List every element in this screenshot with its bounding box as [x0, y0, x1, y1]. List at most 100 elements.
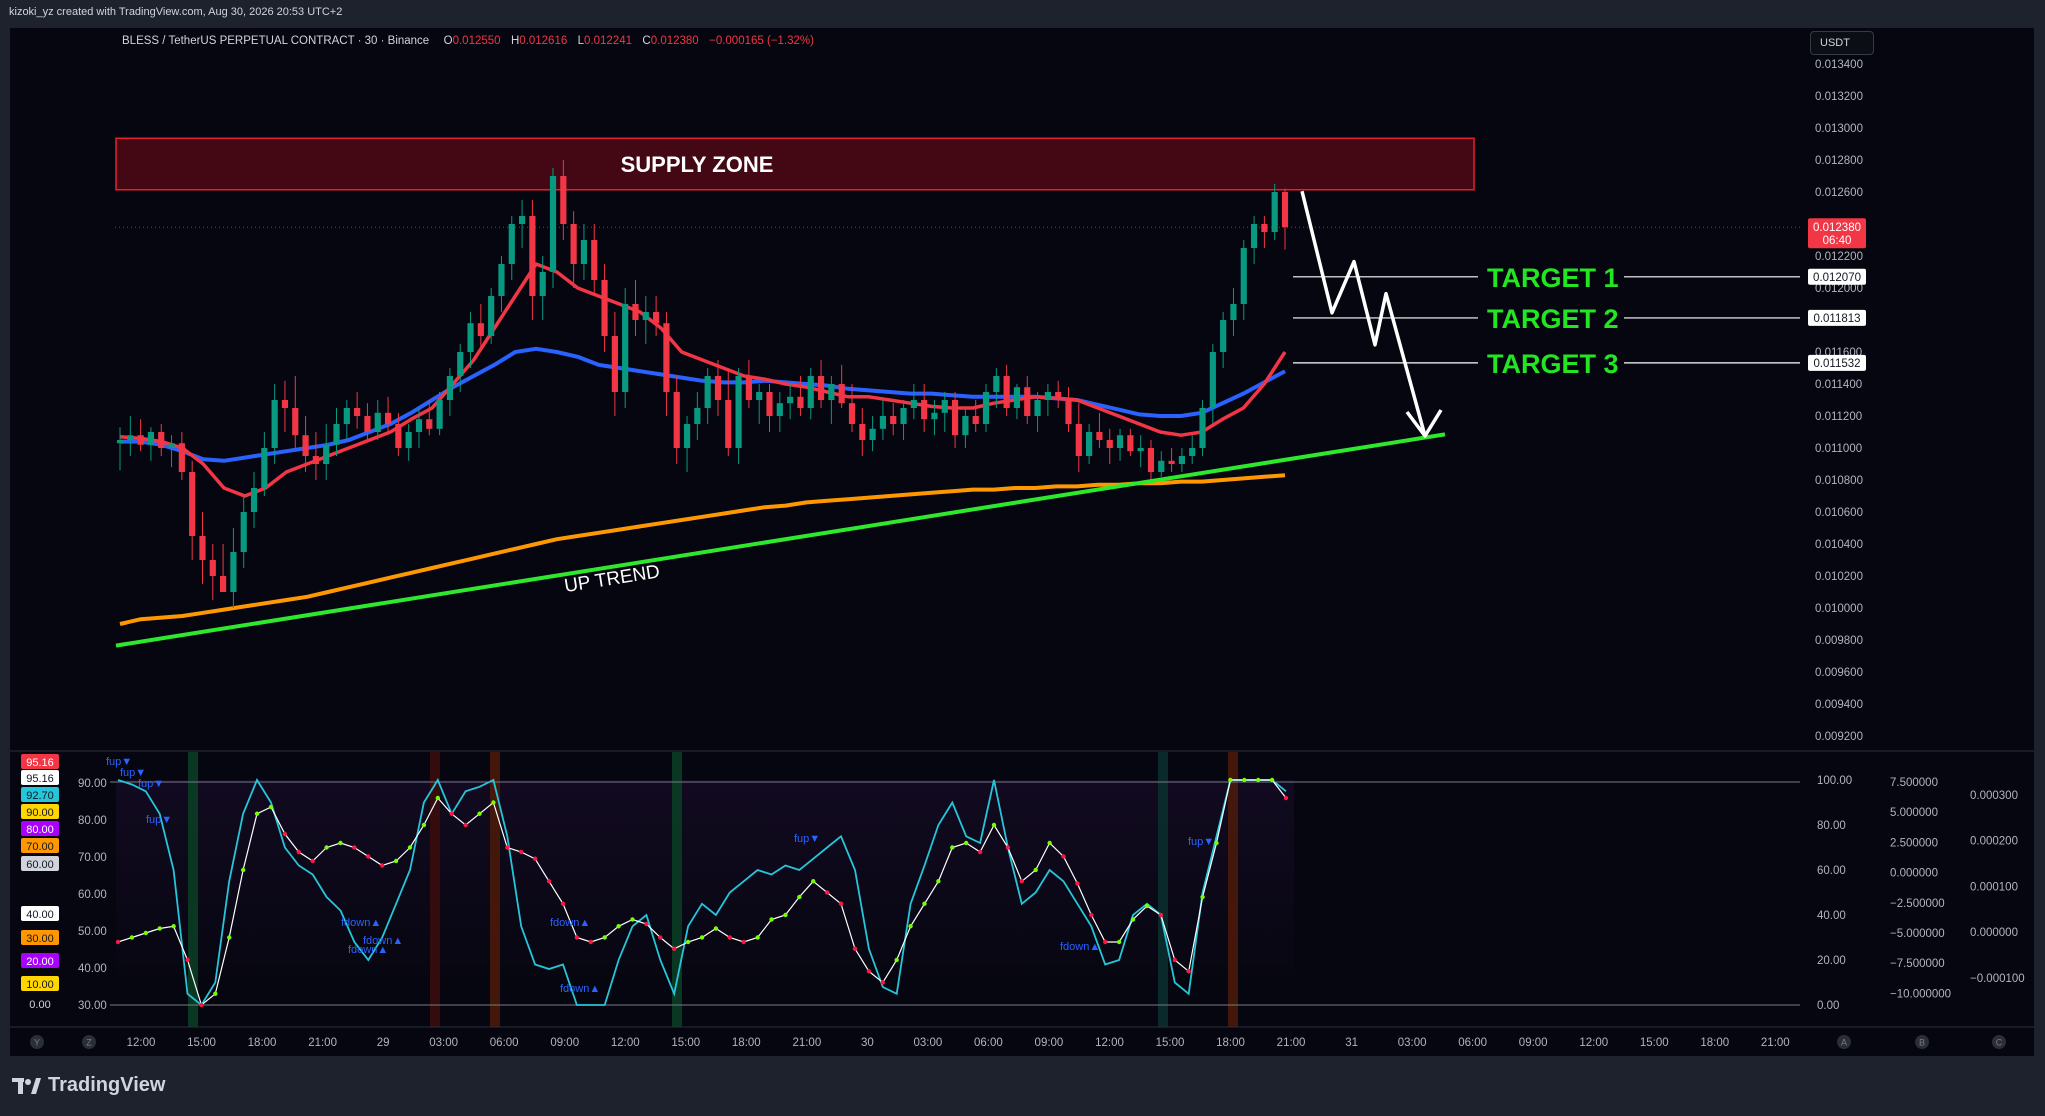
price-tick-label: 0.013000: [1815, 123, 1863, 135]
inner-axis-tick: 30.00: [78, 1000, 107, 1012]
candle: [498, 256, 505, 312]
projection-arrowhead: [1405, 409, 1443, 438]
level-badge-value: 92.70: [26, 790, 54, 802]
price-axis[interactable]: 0.013400 0.013200 0.013000 0.012800 0.012600…: [1808, 59, 1866, 743]
stoch-dot: [546, 879, 552, 884]
time-tick-label: 15:00: [1640, 1037, 1669, 1049]
stoch-dot: [908, 924, 913, 929]
candle: [890, 403, 897, 436]
price-tick-label: 0.009400: [1815, 699, 1863, 711]
stoch-axis-tick: 0.00: [1817, 1000, 1839, 1012]
price-tick-label: 0.011200: [1815, 411, 1862, 423]
stoch-dot: [630, 917, 635, 922]
candle-body: [890, 416, 897, 424]
price-tick-label: 0.012800: [1815, 155, 1863, 167]
candle-body: [1065, 400, 1072, 424]
candle: [1044, 384, 1051, 416]
candle-body: [776, 403, 783, 416]
stochastic-rsi-pane[interactable]: fup▼ fup▼ fup▼ fup▼ fdown▲ fdown▲ fdown▲ fdown▲…: [10, 750, 2034, 1027]
candle-body: [1086, 432, 1093, 456]
time-tick-label: 18:00: [1700, 1037, 1729, 1049]
candle-body: [467, 323, 474, 352]
stoch-dot: [616, 924, 621, 929]
stoch-dot: [254, 811, 260, 816]
signal-label: fdown▲: [550, 917, 590, 929]
target-label: TARGET 1: [1487, 263, 1619, 293]
currency-button[interactable]: USDT: [1810, 31, 1874, 55]
symbol-title[interactable]: BLESS / TetherUS PERPETUAL CONTRACT · 30…: [122, 35, 429, 47]
stoch-dot: [491, 800, 496, 805]
candle: [1209, 344, 1216, 424]
time-axis[interactable]: 12:00 15:00 18:00 21:00 29 03:00 06:00 09:00 12:…: [10, 1026, 2034, 1049]
candle-body: [591, 240, 598, 280]
tradingview-logo[interactable]: TradingView: [12, 1074, 165, 1097]
candle: [549, 168, 557, 288]
candle: [1003, 364, 1010, 416]
chart-canvas[interactable]: SUPPLY ZONE UP TRENDTARGET 1TARGET 2TARG…: [0, 0, 2045, 1116]
candle: [941, 392, 948, 432]
candle: [611, 312, 618, 416]
candle: [261, 432, 268, 496]
symbol-legend[interactable]: BLESS / TetherUS PERPETUAL CONTRACT · 30…: [122, 35, 814, 47]
stoch-dot: [115, 939, 121, 945]
stoch-dot: [713, 926, 719, 931]
low-value: 0.012241: [584, 35, 633, 47]
candle-body: [570, 224, 577, 264]
candle: [745, 360, 752, 408]
candle-body: [580, 240, 588, 264]
stoch-dot: [894, 957, 899, 963]
candle-body: [848, 403, 856, 424]
candle: [642, 296, 649, 344]
candle-body: [704, 376, 711, 408]
candle: [601, 264, 608, 352]
axis-button-z-label: Z: [86, 1038, 92, 1048]
candle: [209, 544, 216, 600]
stoch-dot: [449, 811, 454, 816]
time-tick-label: 12:00: [1579, 1037, 1608, 1049]
close-value: 0.012380: [650, 35, 699, 47]
candle: [622, 288, 629, 408]
candle-body: [271, 400, 278, 448]
inner-axis-tick: 80.00: [78, 815, 107, 827]
candle-body: [477, 323, 484, 336]
candle-body: [426, 419, 433, 429]
stoch-dot: [852, 946, 858, 951]
candle-body: [869, 428, 876, 440]
time-tick-label: 12:00: [611, 1037, 640, 1049]
time-tick-label: 18:00: [1216, 1037, 1245, 1049]
stoch-dot: [310, 858, 315, 864]
candle-body: [653, 312, 660, 324]
candle-body: [931, 412, 938, 420]
candle: [704, 368, 711, 424]
level-badge-value: 20.00: [26, 956, 54, 968]
signal-band: [1228, 752, 1238, 1027]
stoch-dot: [1172, 957, 1177, 963]
candle-body: [312, 456, 319, 464]
stoch-dot: [477, 811, 482, 816]
price-tick-label: 0.010400: [1815, 539, 1863, 551]
candle: [1199, 400, 1206, 456]
stoch-dot: [185, 957, 190, 963]
candle-body: [838, 384, 845, 404]
stoch-dot: [435, 795, 441, 801]
candle: [137, 419, 144, 452]
candle-body: [1209, 352, 1216, 408]
candle-body: [364, 416, 371, 432]
high-value: 0.012616: [519, 35, 568, 47]
candle: [158, 424, 165, 456]
candle-body: [972, 416, 979, 424]
candle-body: [993, 376, 1000, 392]
candle: [1024, 376, 1031, 424]
candle-body: [683, 424, 691, 448]
tertiary-axis-tick: 0.000000: [1970, 927, 2018, 939]
candle-body: [1250, 224, 1258, 248]
candle-body: [1189, 448, 1196, 456]
last-price-countdown: 06:40: [1823, 235, 1852, 247]
tradingview-window: kizoki_yz created with TradingView.com, …: [0, 0, 2045, 1116]
candle: [1127, 428, 1134, 456]
time-tick-label: 21:00: [308, 1037, 337, 1049]
candle: [1271, 184, 1278, 240]
stoch-dot: [268, 804, 274, 810]
stoch-dot: [532, 856, 538, 861]
time-tick-label: 03:00: [1398, 1037, 1427, 1049]
